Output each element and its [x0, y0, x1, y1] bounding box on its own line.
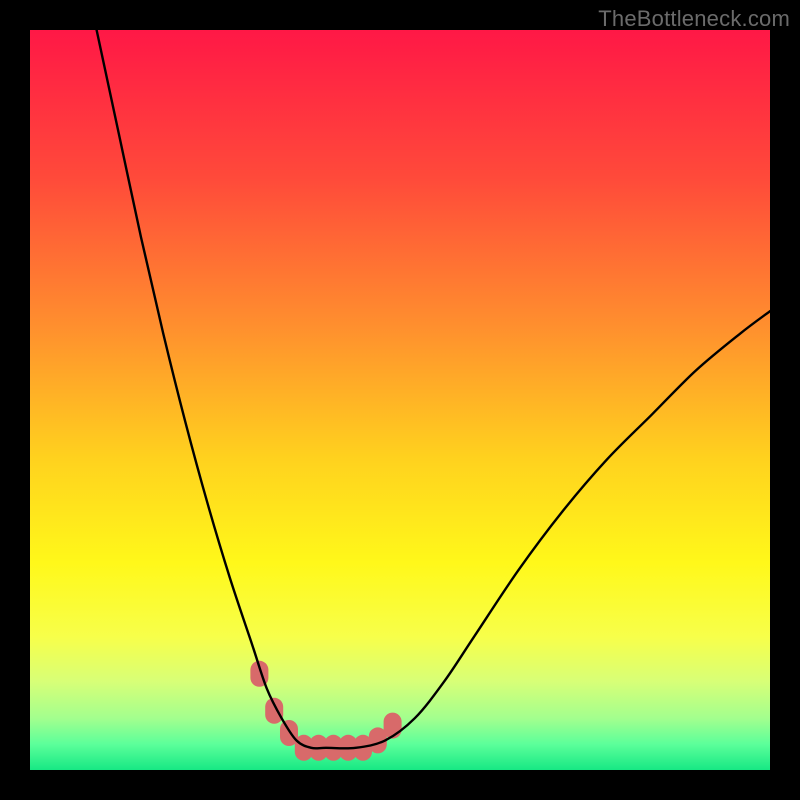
plot-area — [30, 30, 770, 770]
marker-dot — [265, 698, 283, 724]
watermark-text: TheBottleneck.com — [598, 6, 790, 32]
curve-layer — [30, 30, 770, 770]
marker-group — [250, 661, 401, 761]
marker-dot — [384, 713, 402, 739]
chart-frame: TheBottleneck.com — [0, 0, 800, 800]
bottleneck-curve — [97, 30, 770, 748]
